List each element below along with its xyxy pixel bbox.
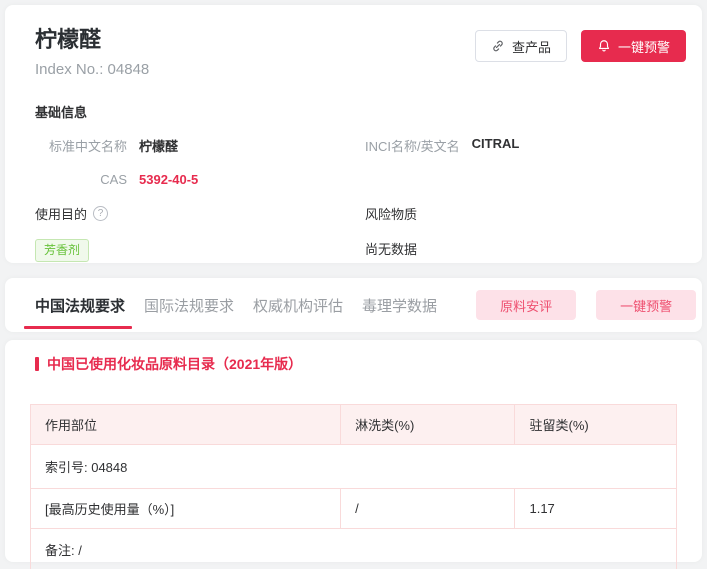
bell-icon xyxy=(597,39,611,53)
alert-button[interactable]: 一键预警 xyxy=(581,30,686,62)
table-header-row: 作用部位 淋洗类(%) 驻留类(%) xyxy=(31,405,677,445)
link-icon xyxy=(491,39,505,53)
field-cas: CAS 5392-40-5 xyxy=(35,172,365,187)
cas-number-link[interactable]: 5392-40-5 xyxy=(139,172,198,187)
field-label: INCI名称/英文名 xyxy=(365,136,460,155)
header-cell-body-part: 作用部位 xyxy=(31,405,341,445)
table-row-index: 索引号: 04848 xyxy=(31,445,677,489)
check-products-label: 查产品 xyxy=(512,37,551,56)
cell-rinse-off-value: / xyxy=(341,489,515,529)
info-row: 标准中文名称 柠檬醛 INCI名称/英文名 CITRAL xyxy=(35,136,686,155)
note-cell: 备注: / xyxy=(31,529,677,569)
section-marker-bar xyxy=(35,357,39,371)
purpose-tag: 芳香剂 xyxy=(35,239,89,261)
risk-substance-label: 风险物质 xyxy=(365,204,417,223)
page-title: 柠檬醛 xyxy=(35,27,149,53)
header-actions: 查产品 一键预警 xyxy=(475,30,686,62)
raw-material-safety-button[interactable]: 原料安评 xyxy=(476,290,576,320)
index-number: Index No.: 04848 xyxy=(35,61,149,78)
cell-leave-on-value: 1.17 xyxy=(515,489,677,529)
help-icon[interactable]: ? xyxy=(93,206,108,221)
alert-button-label: 一键预警 xyxy=(618,37,670,56)
field-inci-name: INCI名称/英文名 CITRAL xyxy=(365,136,686,155)
basic-info-grid: 标准中文名称 柠檬醛 INCI名称/英文名 CITRAL CAS 5392-40… xyxy=(35,136,686,187)
basic-info-card: 柠檬醛 Index No.: 04848 查产品 xyxy=(5,5,702,263)
catalog-section-header: 中国已使用化妆品原料目录（2021年版） xyxy=(35,354,677,374)
catalog-card: 中国已使用化妆品原料目录（2021年版） 索引号: 04848 作用部位 淋洗类… xyxy=(5,340,702,562)
field-label: CAS xyxy=(35,172,127,187)
table-row-note: 备注: / xyxy=(31,529,677,569)
page-header: 柠檬醛 Index No.: 04848 查产品 xyxy=(35,27,686,78)
catalog-section-title: 中国已使用化妆品原料目录（2021年版） xyxy=(47,354,302,374)
tabs-bar: 中国法规要求 国际法规要求 权威机构评估 毒理学数据 原料安评 一键预警 xyxy=(5,278,702,332)
purpose-risk-row: 使用目的 ? 风险物质 xyxy=(35,204,686,223)
field-value: CITRAL xyxy=(472,136,520,151)
table-row: [最高历史使用量（%）] / 1.17 xyxy=(31,489,677,529)
index-number-cell: 索引号: 04848 xyxy=(31,445,677,489)
usage-purpose-label-wrap: 使用目的 ? xyxy=(35,204,108,223)
info-row: CAS 5392-40-5 xyxy=(35,172,686,187)
basic-info-section-title: 基础信息 xyxy=(35,102,686,121)
usage-purpose-label: 使用目的 xyxy=(35,204,87,223)
catalog-table: 索引号: 04848 作用部位 淋洗类(%) 驻留类(%) [最高历史使用量（%… xyxy=(30,404,677,569)
header-cell-rinse-off: 淋洗类(%) xyxy=(341,405,515,445)
alert-button-secondary[interactable]: 一键预警 xyxy=(596,290,696,320)
field-label: 标准中文名称 xyxy=(35,136,127,155)
tab-toxicology-data[interactable]: 毒理学数据 xyxy=(362,278,437,333)
header-cell-leave-on: 驻留类(%) xyxy=(515,405,677,445)
field-value: 柠檬醛 xyxy=(139,136,178,155)
field-cn-name: 标准中文名称 柠檬醛 xyxy=(35,136,365,155)
title-block: 柠檬醛 Index No.: 04848 xyxy=(35,27,149,78)
check-products-button[interactable]: 查产品 xyxy=(475,30,567,62)
risk-substance-value: 尚无数据 xyxy=(365,239,417,258)
tab-international-regulations[interactable]: 国际法规要求 xyxy=(144,278,234,333)
cell-max-historical-usage: [最高历史使用量（%）] xyxy=(31,489,341,529)
tab-authority-assessment[interactable]: 权威机构评估 xyxy=(253,278,343,333)
tab-china-regulations[interactable]: 中国法规要求 xyxy=(35,278,125,333)
purpose-tags-row: 芳香剂 尚无数据 xyxy=(35,239,686,261)
